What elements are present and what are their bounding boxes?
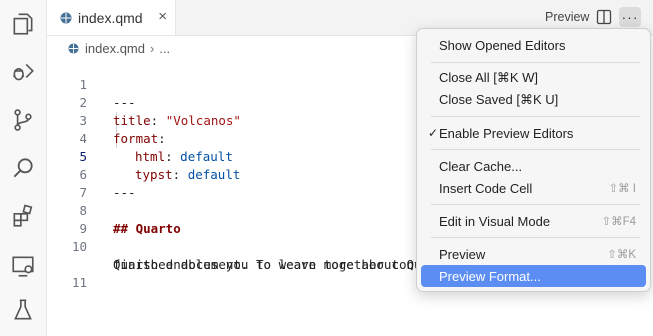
keyboard-shortcut: ⇧⌘K xyxy=(607,249,636,261)
menu-item-shortcut: [⌘K W] xyxy=(493,70,538,85)
more-actions-button[interactable]: ··· xyxy=(619,7,641,27)
menu-separator xyxy=(431,149,640,150)
markdown-heading: ## Quarto xyxy=(113,221,181,236)
code-line: 1 --- xyxy=(47,58,135,110)
code-line-active: 5 typst: default xyxy=(47,130,240,182)
code-line: 4 html: default xyxy=(47,112,232,164)
menu-item-close-all[interactable]: Close All [⌘K W] xyxy=(421,67,646,89)
menu-item-close-saved[interactable]: Close Saved [⌘K U] xyxy=(421,89,646,111)
code-line: 2 title: "Volcanos" xyxy=(47,76,241,128)
source-control-icon[interactable] xyxy=(9,106,37,134)
remote-explorer-icon[interactable] xyxy=(9,252,37,280)
breadcrumb-file[interactable]: index.qmd xyxy=(85,41,145,56)
quarto-file-icon xyxy=(68,42,79,54)
run-debug-icon[interactable] xyxy=(9,58,37,86)
menu-item-preview[interactable]: Preview ⇧⌘K xyxy=(421,243,646,265)
code-line: 10 Quarto enables you to weave together … xyxy=(47,220,429,272)
menu-item-label: Enable Preview Editors xyxy=(439,125,574,141)
quarto-file-icon xyxy=(60,12,72,23)
code-text: format: xyxy=(113,131,166,146)
yaml-value: default xyxy=(187,167,241,182)
line-number: 11 xyxy=(71,275,87,290)
checkmark-icon: ✓ xyxy=(428,126,439,140)
code-line-wrap: finished document. To learn more about Q… xyxy=(47,238,429,272)
extensions-icon[interactable] xyxy=(9,202,37,230)
menu-item-label: Clear Cache... xyxy=(439,158,523,174)
activity-bar xyxy=(0,0,47,336)
menu-item-shortcut: [⌘K U] xyxy=(516,92,559,107)
breadcrumb-more[interactable]: ... xyxy=(159,41,170,56)
tab-label: index.qmd xyxy=(78,9,143,26)
close-tab-icon[interactable]: × xyxy=(158,9,167,25)
code-text: --- xyxy=(113,185,136,200)
code-line: 3 format: xyxy=(47,94,165,146)
code-line: 9 xyxy=(47,202,87,236)
breadcrumb: index.qmd › ... xyxy=(68,39,170,57)
keyboard-shortcut: ⇧⌘ I xyxy=(608,183,636,195)
menu-item-label: Preview xyxy=(439,246,486,262)
code-line: 11 xyxy=(47,256,87,290)
menu-item-label: Close Saved [⌘K U] xyxy=(439,92,558,108)
yaml-value: default xyxy=(180,149,233,164)
yaml-value: "Volcanos" xyxy=(165,113,241,128)
code-line: 8 ## Quarto xyxy=(47,184,180,236)
yaml-key: title xyxy=(113,113,151,128)
menu-item-clear-cache[interactable]: Clear Cache... xyxy=(421,155,646,177)
code-text: html: default xyxy=(135,149,233,164)
code-text: typst: default xyxy=(135,167,241,182)
menu-item-insert-code-cell[interactable]: Insert Code Cell ⇧⌘ I xyxy=(421,177,646,199)
breadcrumb-separator: › xyxy=(149,40,155,56)
yaml-key: html xyxy=(135,149,166,164)
menu-separator xyxy=(431,116,640,117)
preview-button[interactable]: Preview xyxy=(545,10,589,24)
code-text: --- xyxy=(113,95,136,110)
keyboard-shortcut: ⇧⌘F4 xyxy=(601,216,636,228)
search-icon[interactable] xyxy=(9,154,37,182)
explorer-icon[interactable] xyxy=(9,10,37,38)
menu-separator xyxy=(431,62,640,63)
menu-item-text: Close Saved xyxy=(439,92,513,107)
tab-index-qmd[interactable]: index.qmd × xyxy=(47,0,176,35)
menu-item-label: Close All [⌘K W] xyxy=(439,70,538,86)
testing-icon[interactable] xyxy=(9,296,37,324)
code-text: title: "Volcanos" xyxy=(113,113,241,128)
yaml-key: format xyxy=(113,131,159,146)
menu-item-preview-format[interactable]: Preview Format... xyxy=(421,265,646,287)
menu-item-text: Close All xyxy=(439,70,490,85)
yaml-key: typst xyxy=(135,167,173,182)
code-text: finished document. To learn more about Q… xyxy=(113,257,430,272)
menu-separator xyxy=(431,204,640,205)
more-actions-menu: Show Opened Editors Close All [⌘K W] Clo… xyxy=(416,28,651,292)
menu-item-edit-visual-mode[interactable]: Edit in Visual Mode ⇧⌘F4 xyxy=(421,210,646,232)
menu-separator xyxy=(431,237,640,238)
menu-item-label: Preview Format... xyxy=(439,268,541,284)
menu-item-label: Insert Code Cell xyxy=(439,180,533,196)
menu-item-label: Show Opened Editors xyxy=(439,37,566,53)
split-editor-icon[interactable] xyxy=(595,8,613,26)
menu-item-label: Edit in Visual Mode xyxy=(439,213,551,229)
menu-item-show-opened-editors[interactable]: Show Opened Editors xyxy=(421,34,646,56)
code-line: 6 --- xyxy=(47,148,135,200)
code-line: 7 xyxy=(47,166,87,200)
menu-item-enable-preview-editors[interactable]: ✓ Enable Preview Editors xyxy=(421,122,646,144)
